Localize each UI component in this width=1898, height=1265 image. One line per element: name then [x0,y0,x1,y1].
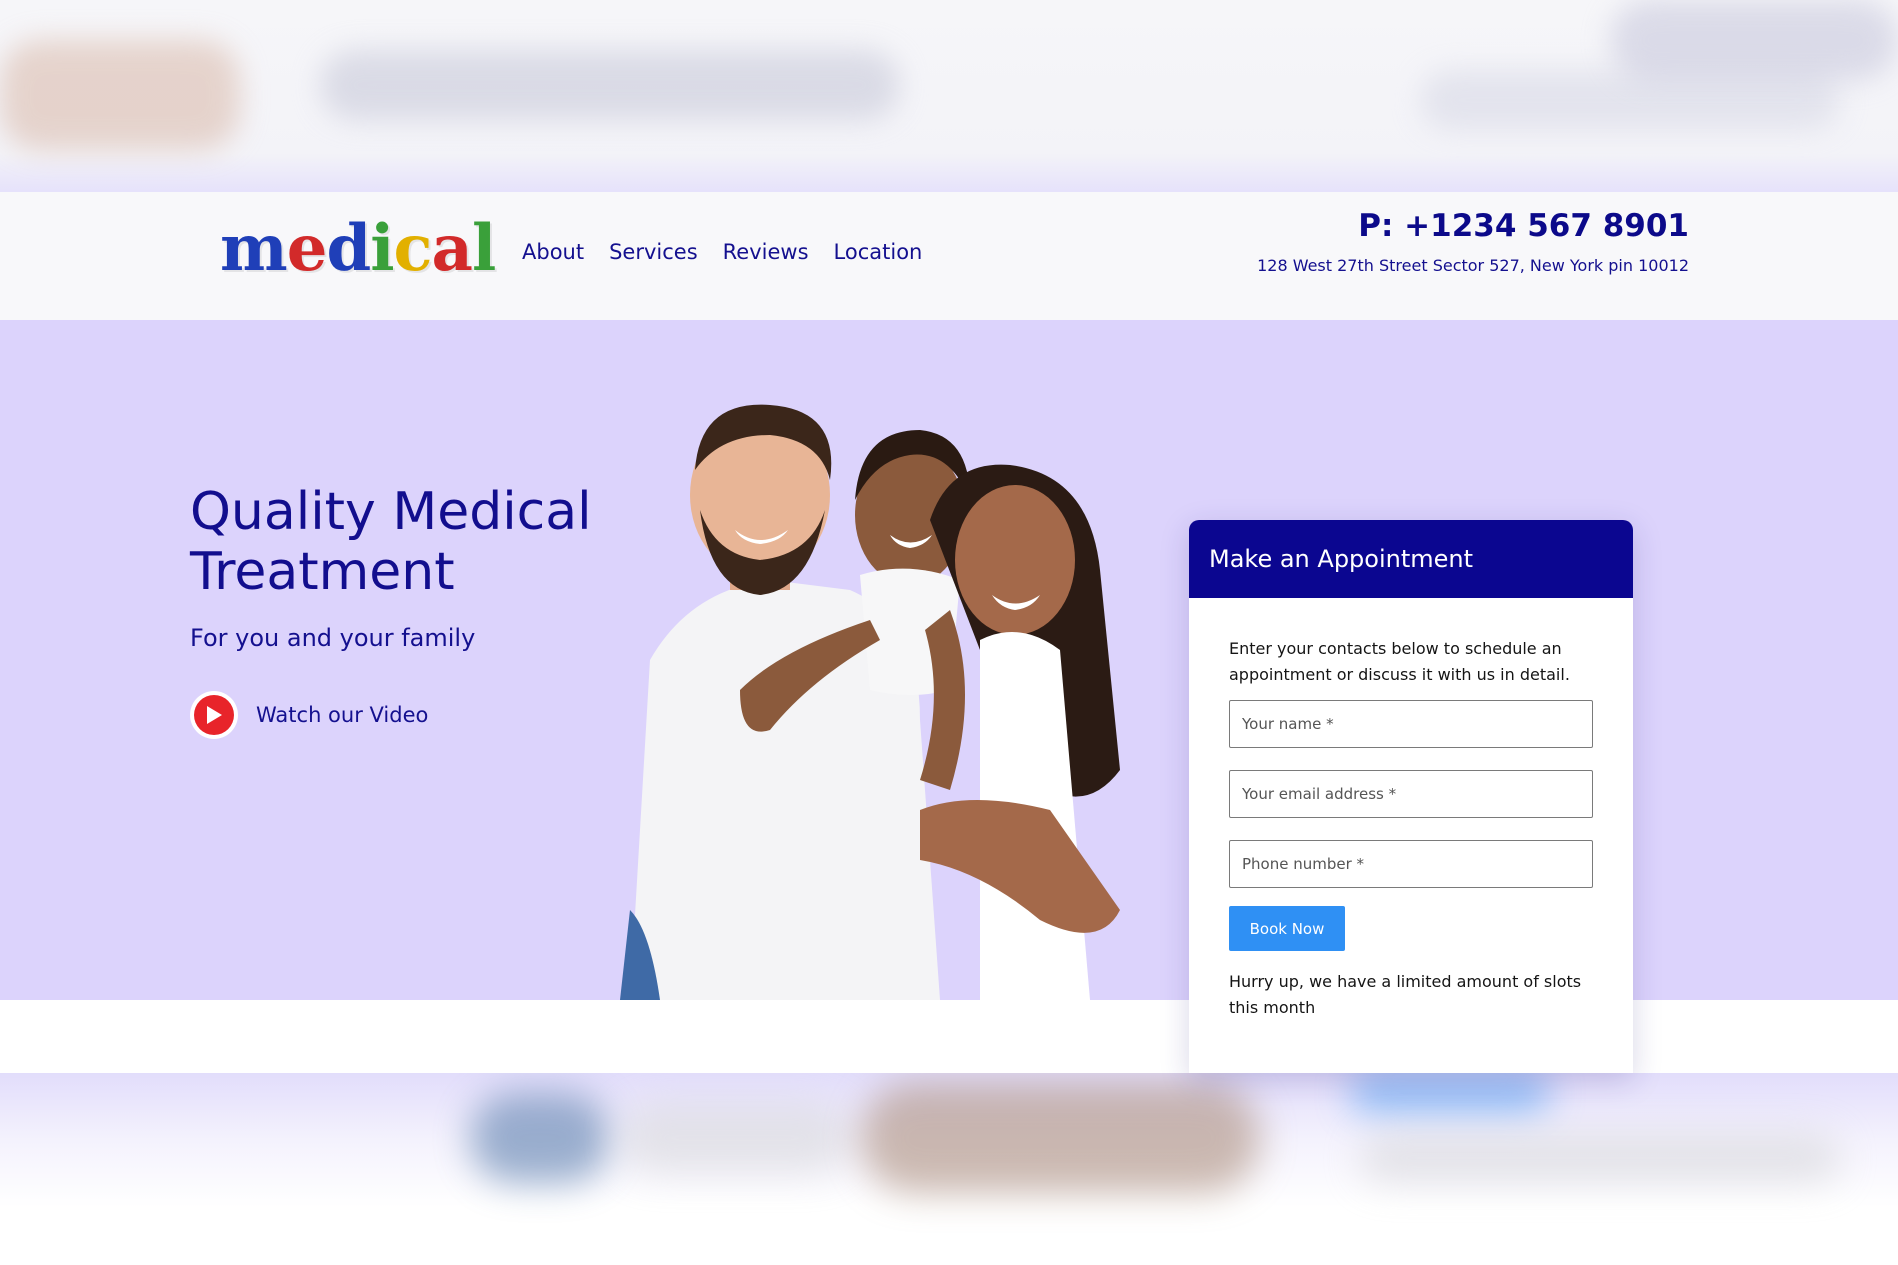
logo-letter: e [286,211,328,286]
email-field[interactable] [1229,770,1593,818]
nav-about[interactable]: About [522,240,584,264]
play-icon[interactable] [190,691,238,739]
address: 128 West 27th Street Sector 527, New Yor… [1257,256,1689,275]
nav-reviews[interactable]: Reviews [723,240,809,264]
phone-number[interactable]: P: +1234 567 8901 [1358,208,1689,244]
video-label[interactable]: Watch our Video [256,703,428,727]
hero-title: Quality Medical Treatment [190,482,592,602]
appointment-intro: Enter your contacts below to schedule an… [1229,639,1570,684]
logo-letter: m [220,211,288,286]
site-header: medical About Services Reviews Location … [0,192,1898,320]
nav-services[interactable]: Services [609,240,698,264]
logo-letter: a [431,211,472,286]
hero-subtitle: For you and your family [190,624,476,652]
main-nav: About Services Reviews Location [522,240,922,264]
logo-letter: c [393,211,433,286]
logo-letter: i [370,211,394,286]
family-photo [620,404,1120,1000]
logo-letter: l [471,211,496,286]
book-now-button[interactable]: Book Now [1229,906,1345,951]
watch-video-link[interactable]: Watch our Video [190,691,428,739]
blurred-background-bottom [0,1073,1898,1265]
medical-logo[interactable]: medical [220,211,496,286]
phone-field[interactable] [1229,840,1593,888]
name-field[interactable] [1229,700,1593,748]
nav-location[interactable]: Location [834,240,923,264]
appointment-card: Make an Appointment Enter your contacts … [1189,520,1633,1073]
blurred-background-top [0,0,1898,192]
logo-letter: d [326,211,371,286]
appointment-note: Hurry up, we have a limited amount of sl… [1229,972,1582,1017]
appointment-title: Make an Appointment [1189,520,1633,598]
